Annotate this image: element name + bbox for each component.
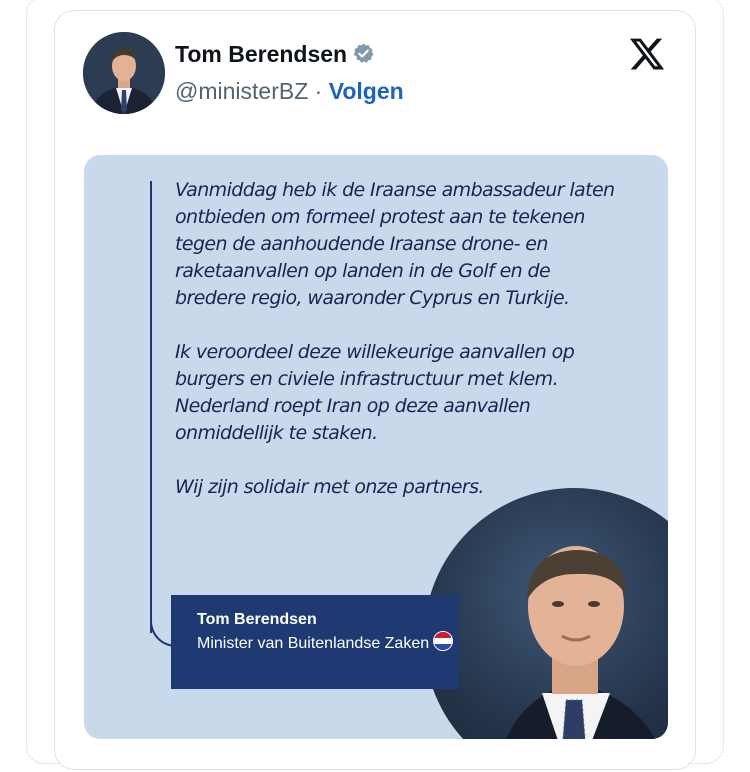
author-name-text[interactable]: Tom Berendsen bbox=[175, 41, 347, 67]
caption-role: Minister van Buitenlandse Zaken bbox=[197, 631, 459, 655]
statement-text: Vanmiddag heb ik de Iraanse ambassadeur … bbox=[175, 177, 615, 528]
caption-role-text: Minister van Buitenlandse Zaken bbox=[197, 635, 430, 652]
follow-link[interactable]: Volgen bbox=[329, 78, 404, 104]
author-handle[interactable]: @ministerBZ bbox=[175, 78, 308, 104]
statement-paragraph-2: Ik veroordeel deze willekeurige aanvalle… bbox=[175, 341, 575, 444]
author-name[interactable]: Tom Berendsen bbox=[175, 41, 375, 68]
verified-badge-icon bbox=[352, 42, 375, 65]
tweet-card[interactable]: Tom Berendsen @ministerBZ · Volgen Vanmi… bbox=[54, 10, 696, 770]
handle-row: @ministerBZ · Volgen bbox=[175, 78, 404, 105]
separator-dot: · bbox=[314, 78, 323, 104]
caption-name: Tom Berendsen bbox=[197, 611, 317, 628]
caption-box: Tom Berendsen Minister van Buitenlandse … bbox=[171, 595, 459, 689]
avatar[interactable] bbox=[83, 32, 165, 114]
tweet-image[interactable]: Vanmiddag heb ik de Iraanse ambassadeur … bbox=[84, 155, 668, 739]
x-logo-icon[interactable] bbox=[628, 35, 666, 73]
statement-paragraph-1: Vanmiddag heb ik de Iraanse ambassadeur … bbox=[175, 179, 615, 309]
netherlands-flag-icon bbox=[433, 631, 454, 651]
quote-line bbox=[150, 181, 152, 633]
